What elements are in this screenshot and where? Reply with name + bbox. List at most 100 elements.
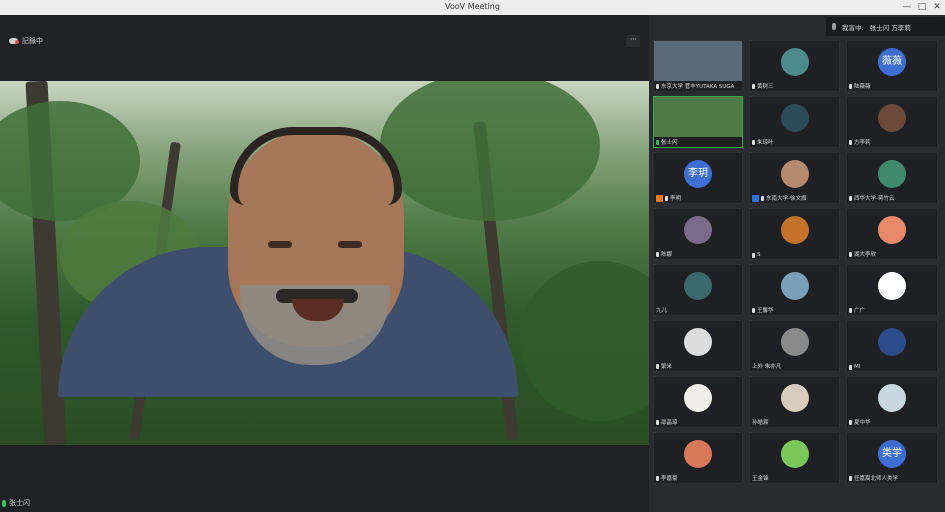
participant-name: 东京大学 菅丰YUTAKA SUGA bbox=[661, 84, 735, 90]
participant-nameplate: 湖大李欣 bbox=[849, 250, 876, 258]
participant-nameplate: 东南大学-徐文旗 bbox=[752, 194, 807, 202]
recording-label: 記錄中 bbox=[22, 37, 43, 45]
speaking-status-bar: 我盲中: 张士闪 方李莉 bbox=[826, 17, 945, 36]
participant-avatar bbox=[878, 216, 906, 244]
participant-nameplate: 西华大学-蒋竹云 bbox=[849, 194, 895, 202]
participant-avatar: 类学 bbox=[878, 440, 906, 468]
participant-nameplate: 李明 bbox=[656, 194, 681, 202]
main-speaker-nameplate: 张士闪 bbox=[2, 498, 30, 508]
participant-tile[interactable]: 王金锋 bbox=[749, 432, 840, 484]
participant-name: 陈娜 bbox=[661, 252, 673, 258]
participant-tile[interactable]: 西华大学-蒋竹云 bbox=[846, 152, 938, 204]
participant-name: 广广 bbox=[854, 308, 866, 314]
participant-tile[interactable]: 李玥 李明 bbox=[653, 152, 743, 204]
mic-icon bbox=[656, 139, 659, 145]
participant-avatar bbox=[780, 328, 809, 356]
minimize-button[interactable]: — bbox=[900, 1, 914, 14]
participant-tile[interactable]: 九儿 bbox=[653, 264, 743, 316]
participant-nameplate: MI bbox=[849, 364, 860, 370]
mic-muted-icon bbox=[656, 475, 659, 481]
participant-nameplate: 陆薇薇 bbox=[849, 82, 871, 90]
participant-tile[interactable]: MI bbox=[846, 320, 938, 372]
participant-nameplate: 朱琼叶 bbox=[752, 138, 774, 146]
participant-tile[interactable]: 夏中华 bbox=[846, 376, 938, 428]
participant-name: 夏中华 bbox=[854, 420, 871, 426]
participant-name: 王馨华 bbox=[757, 308, 774, 314]
participant-tile[interactable]: 王馨华 bbox=[749, 264, 840, 316]
participant-avatar: 薇薇 bbox=[878, 48, 906, 76]
participant-avatar bbox=[780, 104, 809, 132]
speaking-mic-icon bbox=[832, 23, 836, 30]
participant-nameplate: 黄树三 bbox=[752, 82, 774, 90]
participant-tile[interactable]: 张士闪 bbox=[653, 96, 743, 148]
participant-nameplate: 上外 朱亦凡 bbox=[752, 362, 781, 370]
mic-muted-icon bbox=[752, 252, 755, 258]
participant-tile[interactable]: 黄树三 bbox=[749, 40, 840, 92]
participant-tile[interactable]: 东南大学-徐文旗 bbox=[749, 152, 840, 204]
cloud-record-icon bbox=[9, 38, 19, 44]
participant-tile[interactable]: 李嘉豪 bbox=[653, 432, 743, 484]
participant-avatar bbox=[878, 104, 906, 132]
mic-muted-icon bbox=[849, 251, 852, 257]
participant-name: 张士闪 bbox=[661, 140, 678, 146]
more-options-button[interactable]: ··· bbox=[626, 35, 640, 47]
participant-name: 方李莉 bbox=[854, 140, 871, 146]
mic-icon bbox=[849, 475, 852, 481]
participant-avatar bbox=[684, 272, 712, 300]
mic-muted-icon bbox=[656, 363, 659, 369]
participant-grid: 东京大学 菅丰YUTAKA SUGA 黄树三 薇薇 陆薇薇张士闪 朱琼叶 方李莉李玥 李明东… bbox=[653, 40, 941, 484]
participant-nameplate: 王金锋 bbox=[752, 474, 769, 482]
maximize-button[interactable]: □ bbox=[915, 1, 929, 14]
participant-nameplate: 王馨华 bbox=[752, 306, 774, 314]
recording-indicator[interactable]: 記錄中 bbox=[9, 36, 43, 46]
participant-tile[interactable]: S bbox=[749, 208, 840, 260]
main-video-area: 記錄中 ··· bbox=[0, 15, 649, 512]
participant-nameplate: 方李莉 bbox=[849, 138, 871, 146]
mic-muted-icon bbox=[656, 419, 659, 425]
mic-muted-icon bbox=[849, 364, 852, 370]
participant-name: 九儿 bbox=[656, 308, 668, 314]
mic-muted-icon bbox=[665, 195, 668, 201]
mic-muted-icon bbox=[656, 251, 659, 257]
participant-tile[interactable]: 方李莉 bbox=[846, 96, 938, 148]
participant-video bbox=[654, 97, 742, 137]
participant-name: 王金锋 bbox=[752, 476, 769, 482]
participant-tile[interactable]: 湖大李欣 bbox=[846, 208, 938, 260]
speaker-hair bbox=[230, 127, 402, 205]
speaker-figure bbox=[0, 81, 649, 445]
participant-tile[interactable]: 繁米 bbox=[653, 320, 743, 372]
mic-muted-icon bbox=[752, 139, 755, 145]
mic-muted-icon bbox=[849, 307, 852, 313]
participant-tile[interactable]: 类学 任嘉嵩北师人类学 bbox=[846, 432, 938, 484]
participant-avatar bbox=[684, 384, 712, 412]
participant-video bbox=[654, 41, 742, 81]
participant-name: 李明 bbox=[670, 196, 682, 202]
mic-muted-icon bbox=[752, 307, 755, 313]
window-titlebar: VooV Meeting — □ ✕ bbox=[0, 0, 945, 16]
participant-name: 繁米 bbox=[661, 364, 673, 370]
participant-tile[interactable]: 上外 朱亦凡 bbox=[749, 320, 840, 372]
participant-tile[interactable]: 邵晶琼 bbox=[653, 376, 743, 428]
speaker-eye bbox=[268, 241, 292, 248]
close-button[interactable]: ✕ bbox=[930, 1, 944, 14]
speaking-label: 我盲中: bbox=[842, 23, 864, 32]
participant-avatar bbox=[780, 440, 809, 468]
participant-tile[interactable]: 孙皓宸 bbox=[749, 376, 840, 428]
participant-tile[interactable]: 陈娜 bbox=[653, 208, 743, 260]
participant-name: 东南大学-徐文旗 bbox=[766, 196, 807, 202]
participant-tile[interactable]: 广广 bbox=[846, 264, 938, 316]
participant-nameplate: 李嘉豪 bbox=[656, 474, 678, 482]
mic-muted-icon bbox=[656, 83, 659, 89]
participant-avatar bbox=[684, 440, 712, 468]
participant-avatar bbox=[684, 328, 712, 356]
participant-nameplate: 陈娜 bbox=[656, 250, 672, 258]
participant-avatar bbox=[780, 216, 809, 244]
participant-tile[interactable]: 东京大学 菅丰YUTAKA SUGA bbox=[653, 40, 743, 92]
participant-nameplate: 夏中华 bbox=[849, 418, 871, 426]
participant-tile[interactable]: 朱琼叶 bbox=[749, 96, 840, 148]
participant-tile[interactable]: 薇薇 陆薇薇 bbox=[846, 40, 938, 92]
participant-name: 西华大学-蒋竹云 bbox=[854, 196, 895, 202]
participant-nameplate: 广广 bbox=[849, 306, 865, 314]
participant-name: 孙皓宸 bbox=[752, 420, 769, 426]
host-badge-icon bbox=[752, 194, 759, 202]
